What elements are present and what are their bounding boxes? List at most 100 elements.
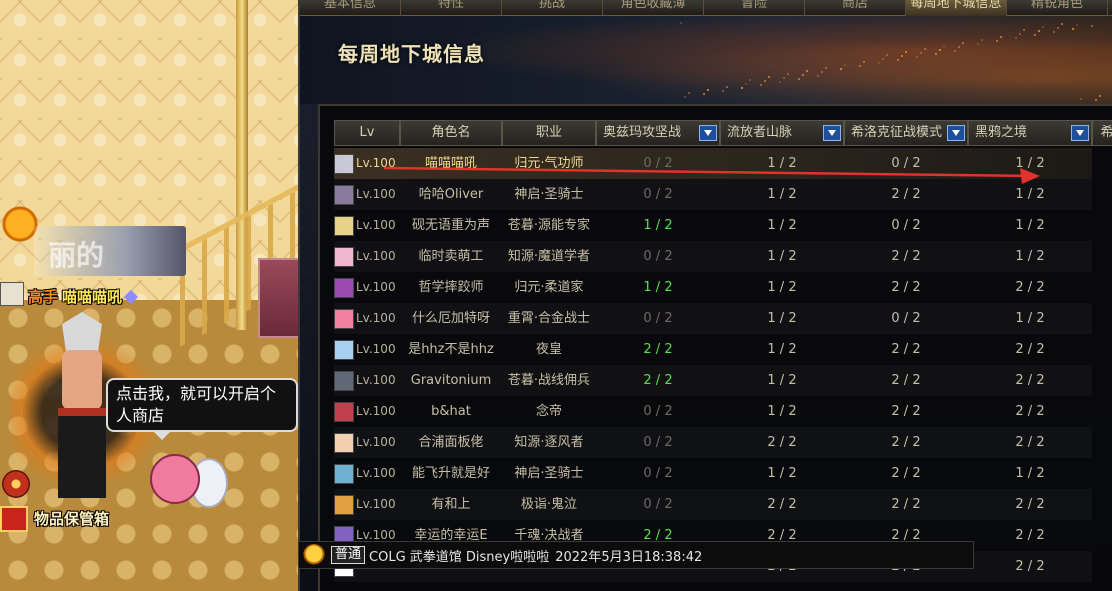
level-text: Lv.100	[356, 187, 396, 201]
chat-message: COLG 武拳道馆 Disney啦啦啦	[369, 549, 550, 565]
dungeon-count-cell: 0 / 2	[643, 156, 673, 171]
dropdown-arrow-icon[interactable]	[823, 125, 841, 141]
dropdown-arrow-icon[interactable]	[699, 125, 717, 141]
level-cell: Lv.100	[334, 365, 400, 396]
table-row[interactable]: Lv.100 是hhz不是hhz 夜皇 2 / 2 1 / 2 2 / 2 2 / 2	[334, 334, 1092, 365]
table-body[interactable]: Lv.100 喵喵喵吼 归元·气功师 0 / 21 / 20 / 21 / 2 Lv.1…	[334, 148, 1092, 582]
player-rank: 高手	[28, 288, 59, 306]
character-avatar-icon	[334, 215, 354, 236]
job-cell: 神启·圣骑士	[514, 466, 584, 481]
chat-channel-badge[interactable]: 普通	[331, 546, 366, 564]
npc-speech-bubble[interactable]: 点击我，就可以开启个人商店	[106, 378, 298, 440]
table-row[interactable]: Lv.100 砚无语重为声 苍暮·源能专家 1 / 2 1 / 2 0 / 2 1 / 2	[334, 210, 1092, 241]
dungeon-count-cell: 2 / 2	[643, 342, 673, 357]
level-text: Lv.100	[356, 435, 396, 449]
character-name-cell: 临时卖萌工	[418, 249, 484, 264]
tab-6[interactable]: 每周地下城信息	[906, 0, 1007, 16]
ember-spark	[996, 40, 998, 42]
dungeon-count-cell: 1 / 2	[767, 249, 797, 264]
dungeon-count-cell: 2 / 2	[1015, 528, 1045, 543]
ember-spark	[760, 84, 762, 86]
table-row[interactable]: Lv.100 临时卖萌工 知源·魔道学者 0 / 2 1 / 2 2 / 2 1 / 2	[334, 241, 1092, 272]
tab-2[interactable]: 挑战	[502, 0, 603, 16]
dungeon-count-cell: 2 / 2	[1015, 373, 1045, 388]
dungeon-count-cell: 1 / 2	[643, 218, 673, 233]
ember-spark	[688, 92, 690, 94]
dungeon-count-cell: 0 / 2	[643, 497, 673, 512]
column-header-2: 职业	[502, 120, 596, 146]
tab-4[interactable]: 冒险	[704, 0, 805, 16]
dungeon-count-cell: 1 / 2	[1015, 311, 1045, 326]
ember-spark	[1000, 36, 1002, 38]
ember-spark	[958, 46, 960, 48]
pet-body	[150, 454, 200, 504]
character-torso	[62, 350, 102, 410]
column-header-3[interactable]: 奥兹玛攻坚战	[596, 120, 720, 146]
column-header-0: Lv	[334, 120, 400, 146]
item-storage[interactable]: 物品保管箱	[0, 470, 140, 540]
table-row[interactable]: Lv.100 能飞升就是好 神启·圣骑士 0 / 2 1 / 2 2 / 2 1 / 2	[334, 458, 1092, 489]
level-cell: Lv.100	[334, 427, 400, 458]
level-cell: Lv.100	[334, 303, 400, 334]
dungeon-count-cell: 1 / 2	[767, 373, 797, 388]
pet-creature[interactable]	[140, 444, 230, 522]
ember-spark	[1015, 37, 1017, 39]
ember-spark	[703, 93, 705, 95]
ember-spark	[1091, 25, 1093, 27]
ember-spark	[935, 53, 937, 55]
column-header-label: 希	[1100, 125, 1112, 140]
dungeon-count-cell: 2 / 2	[891, 187, 921, 202]
character-avatar-icon	[334, 432, 354, 453]
ember-spark	[920, 52, 922, 54]
dungeon-count-cell: 1 / 2	[1015, 187, 1045, 202]
ember-spark	[1053, 31, 1055, 33]
column-header-label: 黑鸦之境	[975, 125, 1028, 140]
dungeon-count-cell: 2 / 2	[891, 280, 921, 295]
ember-spark	[939, 49, 941, 51]
column-header-4[interactable]: 流放者山脉	[720, 120, 844, 146]
ember-spark	[1057, 27, 1059, 29]
level-cell: Lv.100	[334, 148, 400, 179]
storage-box-icon	[0, 506, 28, 532]
character-avatar-icon	[334, 153, 354, 174]
column-header-label: 希洛克征战模式	[851, 125, 943, 140]
dungeon-count-cell: 0 / 2	[891, 156, 921, 171]
tab-3[interactable]: 角色收藏薄	[603, 0, 704, 16]
gem-icon	[123, 289, 139, 305]
dropdown-arrow-icon[interactable]	[947, 125, 965, 141]
ember-spark	[1072, 28, 1074, 30]
chat-bar[interactable]: 普通 COLG 武拳道馆 Disney啦啦啦 2022年5月3日18:38:42	[298, 541, 974, 569]
ember-spark	[859, 65, 861, 67]
dungeon-count-cell: 1 / 2	[643, 280, 673, 295]
character-hair	[62, 312, 102, 352]
dungeon-count-cell: 1 / 2	[1015, 156, 1045, 171]
ember-spark	[1095, 99, 1097, 101]
dungeon-count-cell: 0 / 2	[891, 311, 921, 326]
dropdown-arrow-icon[interactable]	[1071, 125, 1089, 141]
table-row[interactable]: Lv.100 有和上 极诣·鬼泣 0 / 2 2 / 2 2 / 2 2 / 2	[334, 489, 1092, 520]
tab-0[interactable]: 基本信息	[300, 0, 401, 16]
table-row[interactable]: Lv.100 哈哈Oliver 神启·圣骑士 0 / 2 1 / 2 2 / 2 1 / 2	[334, 179, 1092, 210]
table-row[interactable]: Lv.100 b&hat 念帝 0 / 2 1 / 2 2 / 2 2 / 2	[334, 396, 1092, 427]
column-header-5[interactable]: 希洛克征战模式	[844, 120, 968, 146]
table-row[interactable]: Lv.100 喵喵喵吼 归元·气功师 0 / 2 1 / 2 0 / 2 1 / 2	[334, 148, 1092, 179]
table-row[interactable]: Lv.100 合浦面板佬 知源·逐风者 0 / 2 2 / 2 2 / 2 2 / 2	[334, 427, 1092, 458]
ember-spark	[1019, 33, 1021, 35]
emote-icon[interactable]	[303, 544, 325, 566]
tab-1[interactable]: 特性	[401, 0, 502, 16]
level-cell: Lv.100	[334, 272, 400, 303]
dungeon-count-cell: 2 / 2	[767, 435, 797, 450]
table-row[interactable]: Lv.100 Gravitonium 苍暮·战线佣兵 2 / 2 1 / 2 2 / 2 2…	[334, 365, 1092, 396]
dungeon-count-cell: 2 / 2	[891, 373, 921, 388]
column-header-6[interactable]: 黑鸦之境	[968, 120, 1092, 146]
ember-spark	[817, 75, 819, 77]
player-nameplate[interactable]: 高手 喵喵喵吼	[28, 286, 139, 307]
dungeon-count-cell: 1 / 2	[1015, 218, 1045, 233]
mascot-bird-icon[interactable]	[2, 206, 38, 246]
tab-7[interactable]: 精锐角色	[1007, 0, 1108, 16]
tab-5[interactable]: 商店	[805, 0, 906, 16]
column-header-label: 奥兹玛攻坚战	[603, 125, 682, 140]
table-row[interactable]: Lv.100 什么厄加特呀 重霄·合金战士 0 / 2 1 / 2 0 / 2 1 / 2	[334, 303, 1092, 334]
ember-spark	[1034, 34, 1036, 36]
table-row[interactable]: Lv.100 哲学摔跤师 归元·柔道家 1 / 2 1 / 2 2 / 2 2 / 2	[334, 272, 1092, 303]
